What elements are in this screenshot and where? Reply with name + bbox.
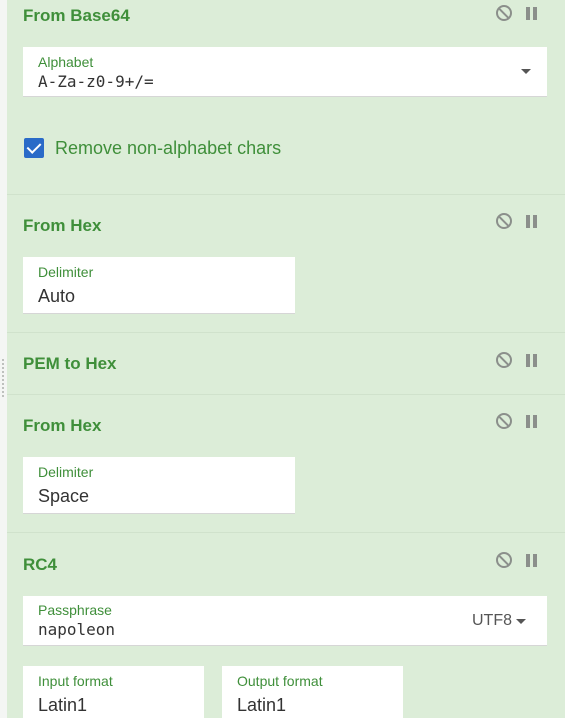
operation-pem-to-hex: PEM to Hex xyxy=(7,333,565,395)
output-format-field[interactable]: Output format Latin1 xyxy=(222,666,403,718)
checkbox-label: Remove non-alphabet chars xyxy=(55,138,282,158)
breakpoint-icon[interactable] xyxy=(526,6,537,20)
operation-title: From Hex xyxy=(23,416,102,435)
breakpoint-icon[interactable] xyxy=(526,214,537,228)
encoding-select[interactable]: UTF8 xyxy=(472,612,512,630)
operation-title: PEM to Hex xyxy=(23,354,117,373)
disable-icon[interactable] xyxy=(496,352,512,368)
field-value: Auto xyxy=(38,286,76,306)
operation-title: From Hex xyxy=(23,216,102,235)
remove-non-alphabet-checkbox[interactable] xyxy=(24,138,44,158)
delimiter-field[interactable]: Delimiter Auto xyxy=(23,257,295,314)
operation-from-base64: From Base64 Alphabet A-Za-z0-9+/= Remove… xyxy=(7,0,565,195)
input-format-field[interactable]: Input format Latin1 xyxy=(23,666,204,718)
field-label: Delimiter xyxy=(38,264,94,280)
operation-from-hex: From Hex Delimiter Auto xyxy=(7,195,565,333)
field-value: Latin1 xyxy=(38,695,88,715)
disable-icon[interactable] xyxy=(496,213,512,229)
operation-title: RC4 xyxy=(23,555,58,574)
field-value: napoleon xyxy=(38,620,116,639)
field-label: Delimiter xyxy=(38,464,94,480)
passphrase-field[interactable]: Passphrase napoleon UTF8 xyxy=(23,596,547,646)
field-value: A-Za-z0-9+/= xyxy=(38,72,154,91)
chevron-down-icon[interactable] xyxy=(521,69,531,74)
field-value: Latin1 xyxy=(237,695,287,715)
breakpoint-icon[interactable] xyxy=(526,353,537,367)
disable-icon[interactable] xyxy=(496,413,512,429)
field-value: Space xyxy=(38,486,90,506)
disable-icon[interactable] xyxy=(496,552,512,568)
field-label: Passphrase xyxy=(38,602,112,618)
chevron-down-icon[interactable] xyxy=(516,619,526,624)
delimiter-field[interactable]: Delimiter Space xyxy=(23,457,295,514)
operation-rc4: RC4 Passphrase napoleon UTF8 Input forma… xyxy=(7,533,565,718)
breakpoint-icon[interactable] xyxy=(526,553,537,567)
resize-handle[interactable] xyxy=(1,358,5,398)
recipe-panel: From Base64 Alphabet A-Za-z0-9+/= Remove… xyxy=(7,0,565,718)
disable-icon[interactable] xyxy=(496,5,512,21)
operation-title: From Base64 xyxy=(23,6,130,25)
field-label: Output format xyxy=(237,673,323,689)
breakpoint-icon[interactable] xyxy=(526,414,537,428)
field-label: Alphabet xyxy=(38,54,94,70)
field-label: Input format xyxy=(38,673,113,689)
alphabet-field[interactable]: Alphabet A-Za-z0-9+/= xyxy=(23,47,547,97)
operation-from-hex-2: From Hex Delimiter Space xyxy=(7,395,565,533)
